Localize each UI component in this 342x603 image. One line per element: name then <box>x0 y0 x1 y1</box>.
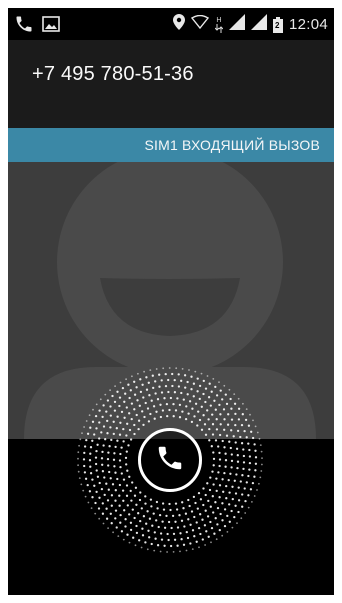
phone-screen: H 2 12:04 +7 495 780-51-36 SIM1 ВХОДЯЩИЙ… <box>8 8 334 595</box>
phone-icon <box>155 443 185 478</box>
answer-handle-button[interactable] <box>138 428 202 492</box>
glowpad-dots <box>77 367 263 553</box>
